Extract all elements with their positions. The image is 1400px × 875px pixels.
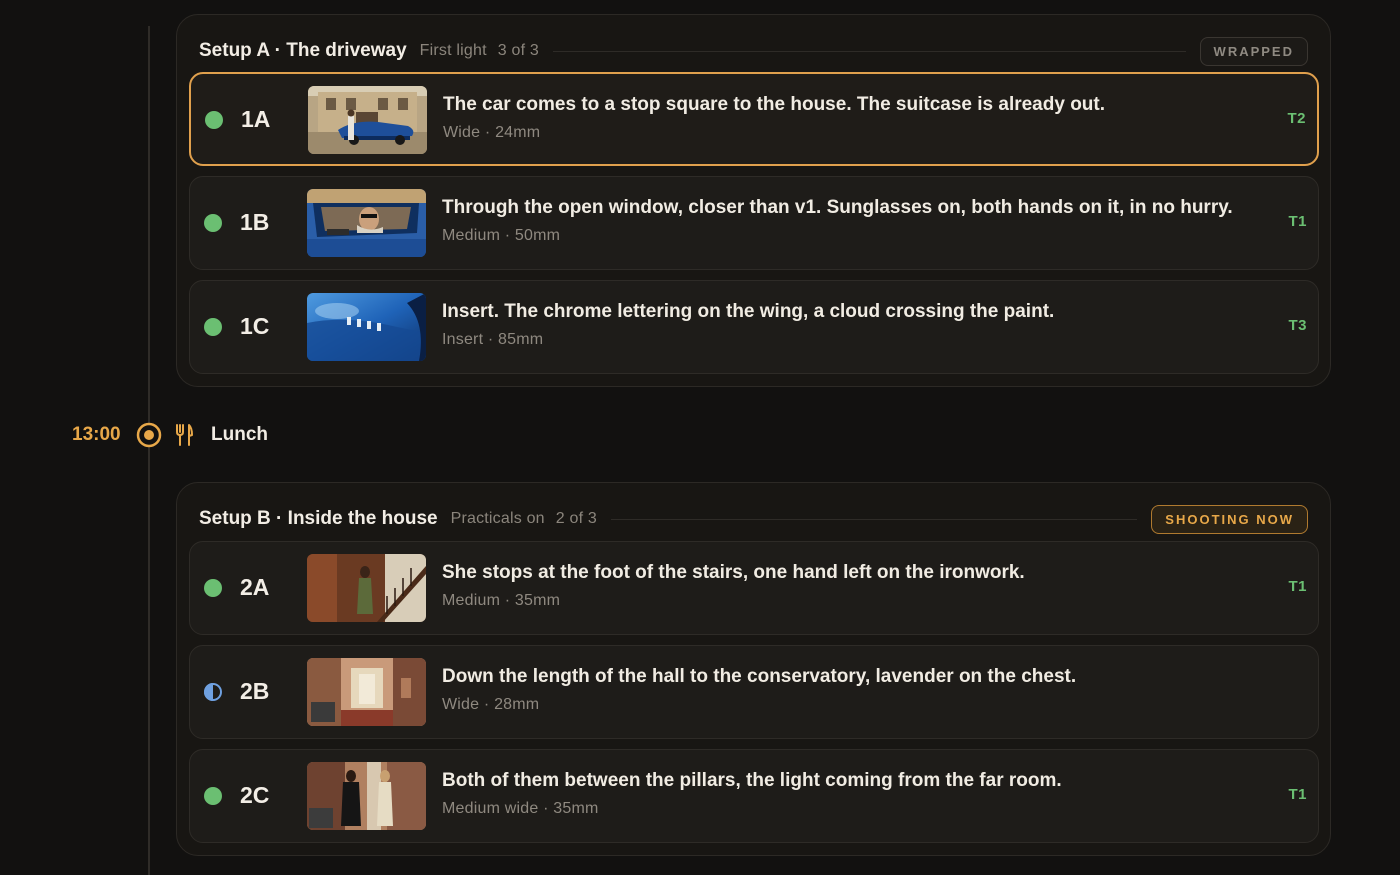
lunch-label: Lunch bbox=[211, 424, 268, 445]
setup-b-header: Setup B · Inside the house Practicals on… bbox=[199, 504, 1308, 534]
shot-thumbnail[interactable] bbox=[307, 554, 426, 622]
setup-subtitle: Practicals on bbox=[450, 510, 545, 527]
shot-number: 2C bbox=[240, 782, 270, 808]
status-done-icon bbox=[204, 318, 222, 336]
shot-card-2b[interactable]: 2B Down the length of the hall to the co… bbox=[189, 645, 1319, 739]
header-divider bbox=[552, 50, 1186, 52]
shot-description: Down the length of the hall to the conse… bbox=[442, 666, 1077, 687]
setup-subtitle: First light bbox=[419, 42, 487, 59]
status-badge-wrapped: WRAPPED bbox=[1199, 36, 1308, 66]
status-badge-shooting-now: SHOOTING NOW bbox=[1151, 504, 1308, 534]
shot-description: Through the open window, closer than v1.… bbox=[442, 197, 1233, 218]
setup-title: Setup A · The driveway bbox=[199, 40, 407, 61]
shot-number: 2B bbox=[240, 678, 270, 704]
take-label: T1 bbox=[1288, 578, 1307, 595]
shot-lens: Medium wide · 35mm bbox=[442, 800, 599, 817]
shot-number: 1B bbox=[240, 209, 270, 235]
status-done-icon bbox=[204, 787, 222, 805]
setup-b-panel: Setup B · Inside the house Practicals on… bbox=[176, 482, 1331, 856]
header-divider bbox=[611, 518, 1138, 520]
fork-knife-icon bbox=[176, 424, 193, 446]
shot-number: 1C bbox=[240, 313, 270, 339]
timeline-break-lunch: 13:00 Lunch bbox=[0, 420, 400, 450]
status-done-icon bbox=[204, 579, 222, 597]
shot-lens: Wide · 24mm bbox=[443, 124, 541, 141]
shot-lens: Insert · 85mm bbox=[442, 331, 544, 348]
take-label: T1 bbox=[1288, 213, 1307, 230]
status-in-progress-icon bbox=[204, 683, 222, 701]
shot-number: 2A bbox=[240, 574, 270, 600]
setup-a-panel: Setup A · The driveway First light 3 of … bbox=[176, 14, 1331, 387]
shot-card-1c[interactable]: 1C Insert. The chrome lettering on the w… bbox=[189, 280, 1319, 374]
shot-lens: Wide · 28mm bbox=[442, 696, 540, 713]
shot-thumbnail[interactable] bbox=[308, 86, 427, 154]
take-label: T1 bbox=[1288, 786, 1307, 803]
setup-title: Setup B · Inside the house bbox=[199, 508, 438, 529]
shot-description: Both of them between the pillars, the li… bbox=[442, 770, 1062, 791]
status-done-icon bbox=[204, 214, 222, 232]
status-done-icon bbox=[205, 111, 223, 129]
shot-card-2c[interactable]: 2C Both of them between the pillars, the… bbox=[189, 749, 1319, 843]
shot-thumbnail[interactable] bbox=[307, 658, 426, 726]
timeline-line bbox=[148, 26, 150, 875]
take-label: T2 bbox=[1287, 110, 1306, 127]
shot-card-1b[interactable]: 1B Through the open window, closer than … bbox=[189, 176, 1319, 270]
timeline-marker-icon bbox=[136, 422, 162, 448]
take-label: T3 bbox=[1288, 317, 1307, 334]
shot-thumbnail[interactable] bbox=[307, 762, 426, 830]
shot-card-1a[interactable]: 1A The car comes to a stop square to the… bbox=[189, 72, 1319, 166]
shot-card-2a[interactable]: 2A She stops at the foot of the stairs, … bbox=[189, 541, 1319, 635]
setup-progress-count: 2 of 3 bbox=[555, 510, 598, 527]
setup-a-header: Setup A · The driveway First light 3 of … bbox=[199, 36, 1308, 66]
shot-description: She stops at the foot of the stairs, one… bbox=[442, 562, 1025, 583]
shot-thumbnail[interactable] bbox=[307, 293, 426, 361]
shot-number: 1A bbox=[241, 106, 271, 132]
shot-description: Insert. The chrome lettering on the wing… bbox=[442, 301, 1055, 322]
shot-lens: Medium · 35mm bbox=[442, 592, 561, 609]
setup-progress-count: 3 of 3 bbox=[497, 42, 539, 59]
lunch-time: 13:00 bbox=[72, 424, 121, 445]
shot-lens: Medium · 50mm bbox=[442, 227, 561, 244]
shot-description: The car comes to a stop square to the ho… bbox=[443, 94, 1106, 115]
shot-thumbnail[interactable] bbox=[307, 189, 426, 257]
